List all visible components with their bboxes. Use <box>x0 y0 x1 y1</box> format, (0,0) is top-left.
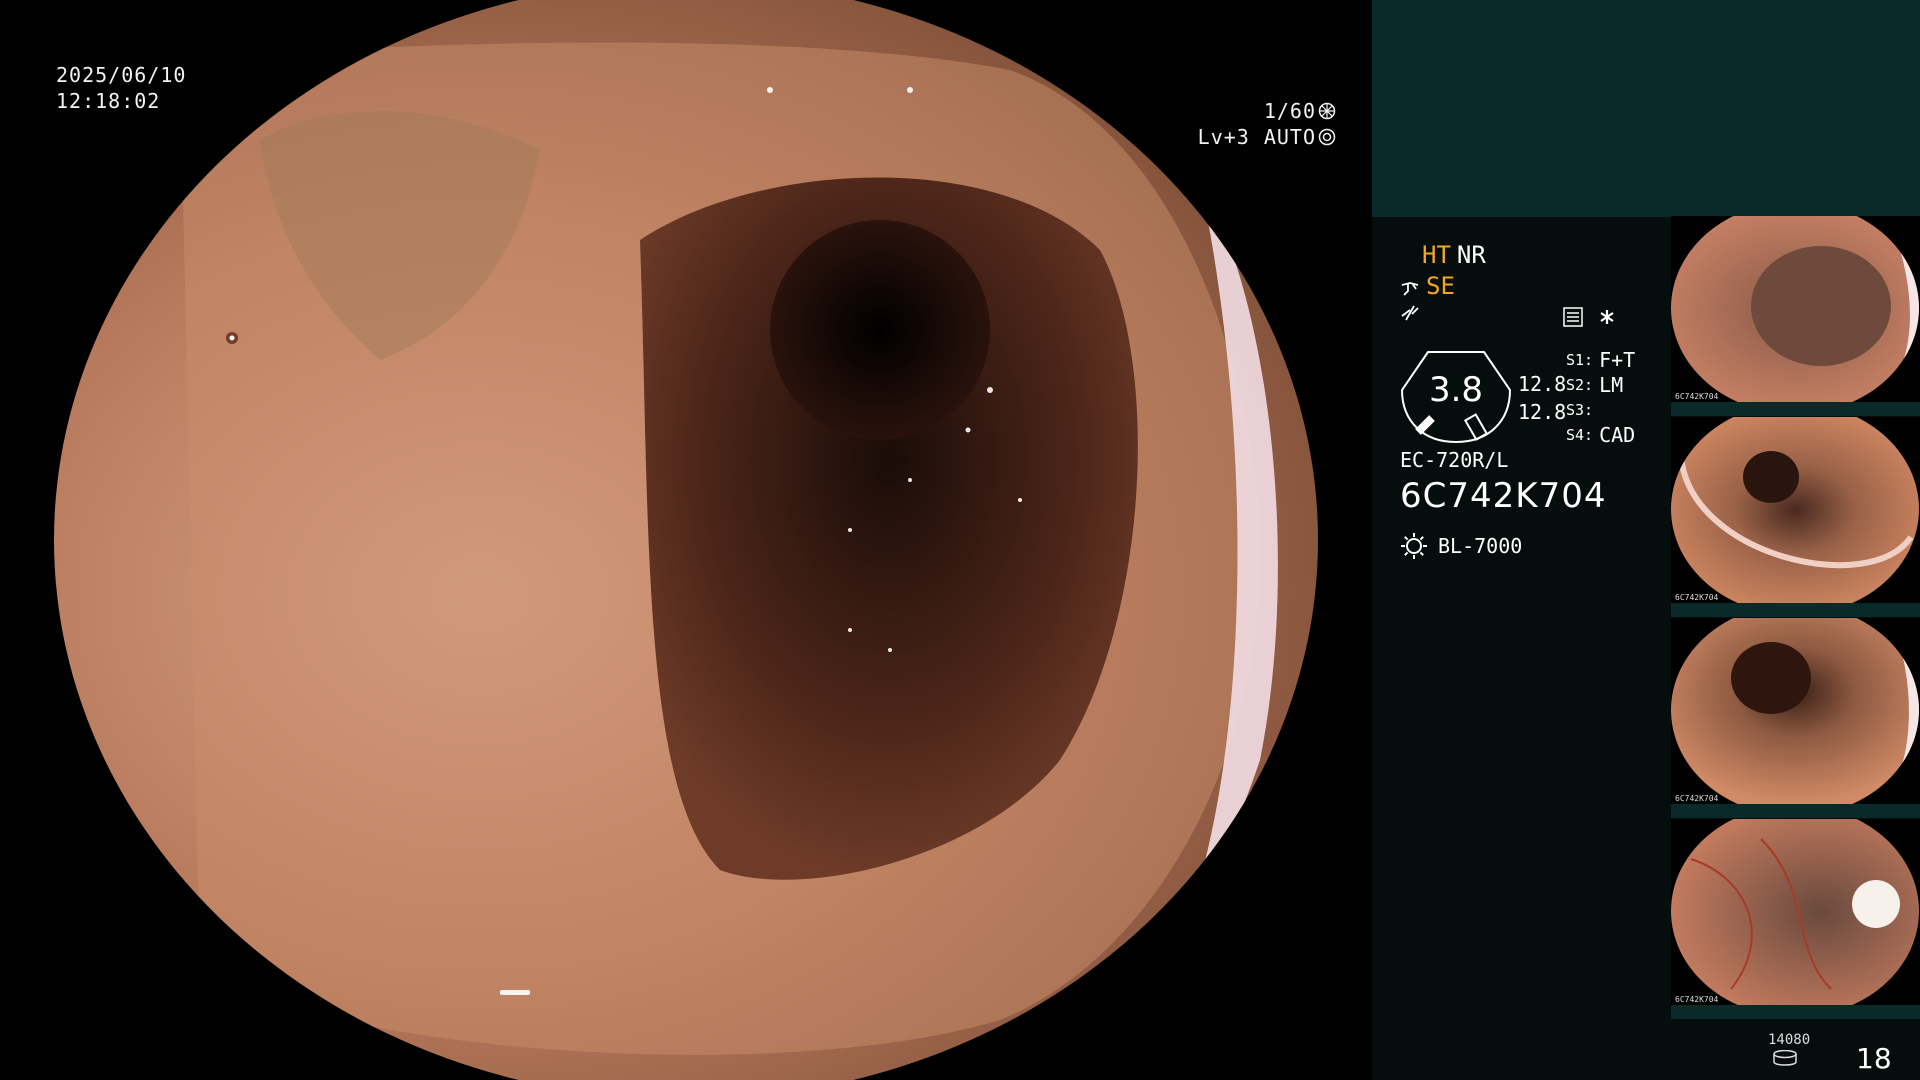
enhance-icon <box>1401 305 1419 321</box>
switch-settings: S1: F+T S2: LM S3: S4: CAD <box>1566 348 1635 448</box>
setting-value: F+T <box>1599 348 1636 372</box>
status-block: HT NR SE <box>1400 240 1486 324</box>
image-count: 14080 <box>1768 1032 1811 1048</box>
gauge-value: 3.8 <box>1428 370 1484 410</box>
thumbnail-label: 6C742K704 <box>1675 794 1719 803</box>
setting-value: LM <box>1599 373 1624 397</box>
gauge-reading-2: 12.8 <box>1518 400 1567 424</box>
video-date: 2025/06/10 <box>56 63 187 87</box>
video-datetime: 2025/06/10 12:18:02 <box>56 62 186 114</box>
thumbnail-strip: 6C742K704 6C742K704 6C742K704 6C742K704 <box>1671 216 1920 1020</box>
shutter-speed: 1/60 <box>1263 99 1316 123</box>
thumbnail-image <box>1671 819 1919 1005</box>
page-number: 18 <box>1856 1042 1892 1075</box>
setting-value: CAD <box>1599 423 1636 447</box>
settings-list-icon <box>1563 307 1583 327</box>
thumbnail[interactable]: 6C742K704 <box>1671 618 1920 818</box>
light-source-icon <box>1401 533 1427 559</box>
exposure-info: 1/60 Lv+3 AUTO <box>1198 98 1336 150</box>
shutter-icon <box>1318 102 1336 120</box>
thumbnail-label: 6C742K704 <box>1675 593 1719 602</box>
gauge: 3.8 <box>1398 350 1514 444</box>
thumbnail-image <box>1671 618 1919 808</box>
thumbnail-label: 6C742K704 <box>1675 392 1719 401</box>
thumbnail-bar <box>1671 804 1920 818</box>
setting-key: S2: <box>1566 376 1594 394</box>
switch-setting-s2: S2: LM <box>1566 373 1635 398</box>
iris-icon <box>1318 128 1336 146</box>
setting-key: S3: <box>1566 401 1594 419</box>
endoscope-image <box>54 0 1318 1080</box>
endoscope-view: 2025/06/10 12:18:02 1/60 Lv+3 AUTO <box>0 0 1372 1080</box>
thumbnail-image <box>1671 417 1919 603</box>
scope-serial: 6C742K704 <box>1400 476 1607 516</box>
storage-icon <box>1773 1050 1797 1066</box>
asterisk-icon <box>1600 310 1614 324</box>
video-time: 12:18:02 <box>56 89 161 113</box>
gauge-readings: 12.8 12.8 <box>1518 370 1566 426</box>
thumbnail-bar <box>1671 603 1920 617</box>
brightness-level: Lv+3 <box>1197 125 1250 149</box>
thumbnail[interactable]: 6C742K704 <box>1671 819 1920 1019</box>
thumbnail-image <box>1671 216 1919 402</box>
mode-icons <box>1562 306 1616 328</box>
ht-indicator: HT <box>1422 241 1451 269</box>
light-source: BL-7000 <box>1400 532 1522 560</box>
scope-model: EC-720R/L <box>1400 448 1509 472</box>
thumbnail[interactable]: 6C742K704 <box>1671 417 1920 617</box>
setting-key: S1: <box>1566 351 1594 369</box>
thumbnail-label: 6C742K704 <box>1675 995 1719 1004</box>
light-source-label: BL-7000 <box>1438 534 1523 558</box>
nr-indicator: NR <box>1456 241 1486 269</box>
thumbnail-bar <box>1671 1005 1920 1019</box>
scope-function-icon <box>1401 281 1419 296</box>
switch-setting-s3: S3: <box>1566 398 1635 423</box>
gauge-reading-1: 12.8 <box>1518 372 1567 396</box>
thumbnail-bar <box>1671 402 1920 416</box>
se-indicator: SE <box>1426 272 1455 300</box>
switch-setting-s4: S4: CAD <box>1566 423 1635 448</box>
thumbnail[interactable]: 6C742K704 <box>1671 216 1920 416</box>
iris-mode: AUTO <box>1263 125 1316 149</box>
info-panel: HT NR SE 3.8 12.8 12.8 S1: F+T S2: LM S3… <box>1372 0 1920 1080</box>
setting-key: S4: <box>1566 426 1594 444</box>
panel-header-area <box>1372 0 1920 217</box>
switch-setting-s1: S1: F+T <box>1566 348 1635 373</box>
